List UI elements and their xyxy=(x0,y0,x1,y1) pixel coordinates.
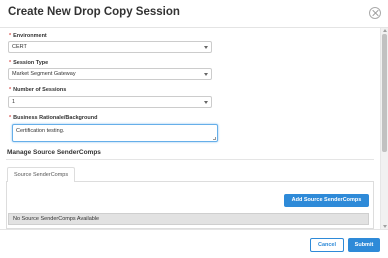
required-marker: * xyxy=(9,115,12,121)
dialog-title: Create New Drop Copy Session xyxy=(8,6,180,18)
chevron-down-icon xyxy=(204,73,208,76)
cancel-button-label: Cancel xyxy=(317,242,337,248)
required-marker: * xyxy=(9,33,12,39)
session-type-label: * Session Type xyxy=(9,60,48,66)
chevron-down-icon xyxy=(204,101,208,104)
close-icon[interactable] xyxy=(369,7,381,19)
number-of-sessions-label-text: Number of Sessions xyxy=(13,87,67,93)
dialog-footer: Cancel Submit xyxy=(0,229,388,258)
required-marker: * xyxy=(9,60,12,66)
business-rationale-value: Certification testing. xyxy=(16,128,65,134)
scroll-down-arrow-icon[interactable] xyxy=(383,225,387,228)
environment-label-text: Environment xyxy=(13,33,47,39)
session-type-value: Market Segment Gateway xyxy=(12,71,76,77)
number-of-sessions-select[interactable]: 1 xyxy=(8,96,212,108)
environment-label: * Environment xyxy=(9,33,47,39)
business-rationale-label-text: Business Rationale/Background xyxy=(13,115,98,121)
chevron-down-icon xyxy=(204,46,208,49)
scroll-up-arrow-icon[interactable] xyxy=(383,29,387,32)
sender-comps-section-title: Manage Source SenderComps xyxy=(7,149,101,156)
tab-label: Source SenderComps xyxy=(14,172,69,178)
empty-state-row: No Source SenderComps Available xyxy=(8,213,369,225)
add-button-label: Add Source SenderComps xyxy=(291,197,362,203)
session-type-label-text: Session Type xyxy=(13,60,49,66)
scrollbar-thumb[interactable] xyxy=(382,34,387,152)
dialog-header: Create New Drop Copy Session xyxy=(0,0,388,28)
submit-button[interactable]: Submit xyxy=(348,238,380,252)
number-of-sessions-value: 1 xyxy=(12,99,16,105)
resize-handle-icon[interactable] xyxy=(213,137,216,140)
session-type-select[interactable]: Market Segment Gateway xyxy=(8,68,212,80)
submit-button-label: Submit xyxy=(354,242,374,248)
create-drop-copy-session-dialog: Create New Drop Copy Session * Environmen… xyxy=(0,0,388,258)
required-marker: * xyxy=(9,87,12,93)
add-source-sendercomps-button[interactable]: Add Source SenderComps xyxy=(284,194,369,207)
environment-value: CERT xyxy=(12,44,27,50)
number-of-sessions-label: * Number of Sessions xyxy=(9,87,66,93)
empty-state-message: No Source SenderComps Available xyxy=(13,216,100,222)
environment-select[interactable]: CERT xyxy=(8,41,212,53)
cancel-button[interactable]: Cancel xyxy=(310,238,344,252)
section-divider xyxy=(6,159,374,160)
business-rationale-textarea[interactable]: Certification testing. xyxy=(12,124,218,142)
dialog-body: * Environment CERT * Session Type Market S… xyxy=(0,28,380,229)
vertical-scrollbar[interactable] xyxy=(380,28,388,229)
business-rationale-label: * Business Rationale/Background xyxy=(9,115,98,121)
tab-source-sendercomps[interactable]: Source SenderComps xyxy=(7,167,75,182)
